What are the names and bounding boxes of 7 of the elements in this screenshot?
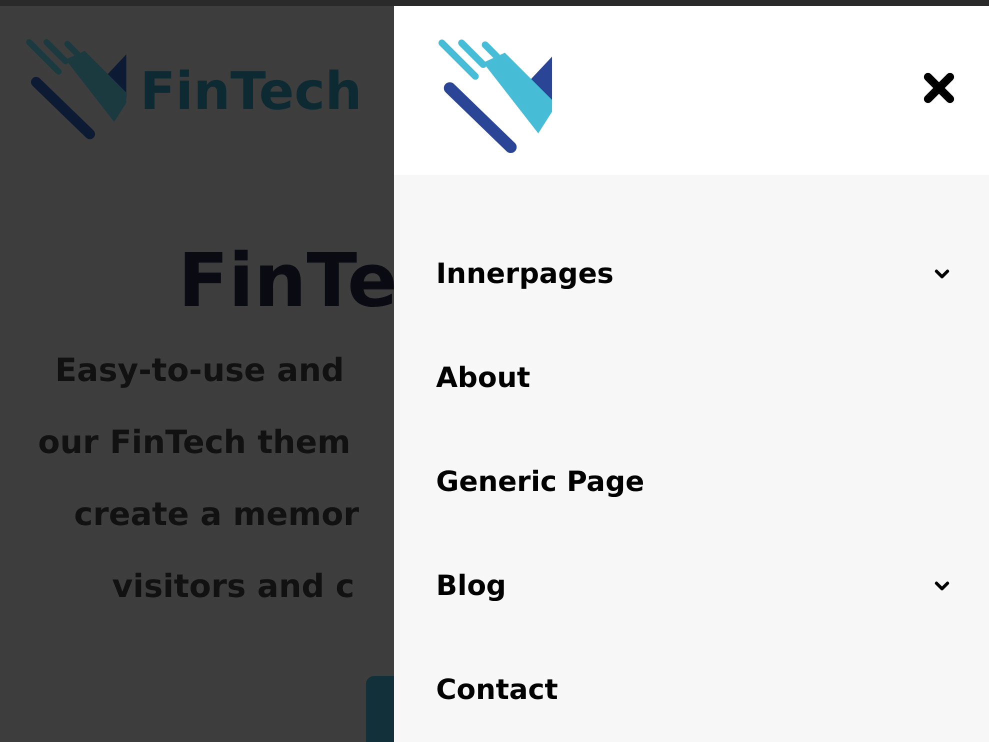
menu-item[interactable]: Contact bbox=[394, 638, 989, 742]
menu-item[interactable]: About bbox=[394, 326, 989, 430]
menu-item[interactable]: Innerpages bbox=[394, 222, 989, 326]
logo-icon bbox=[24, 38, 128, 140]
logo-icon bbox=[436, 38, 554, 154]
menu-item[interactable]: Blog bbox=[394, 534, 989, 638]
menu-item[interactable]: Generic Page bbox=[394, 430, 989, 534]
